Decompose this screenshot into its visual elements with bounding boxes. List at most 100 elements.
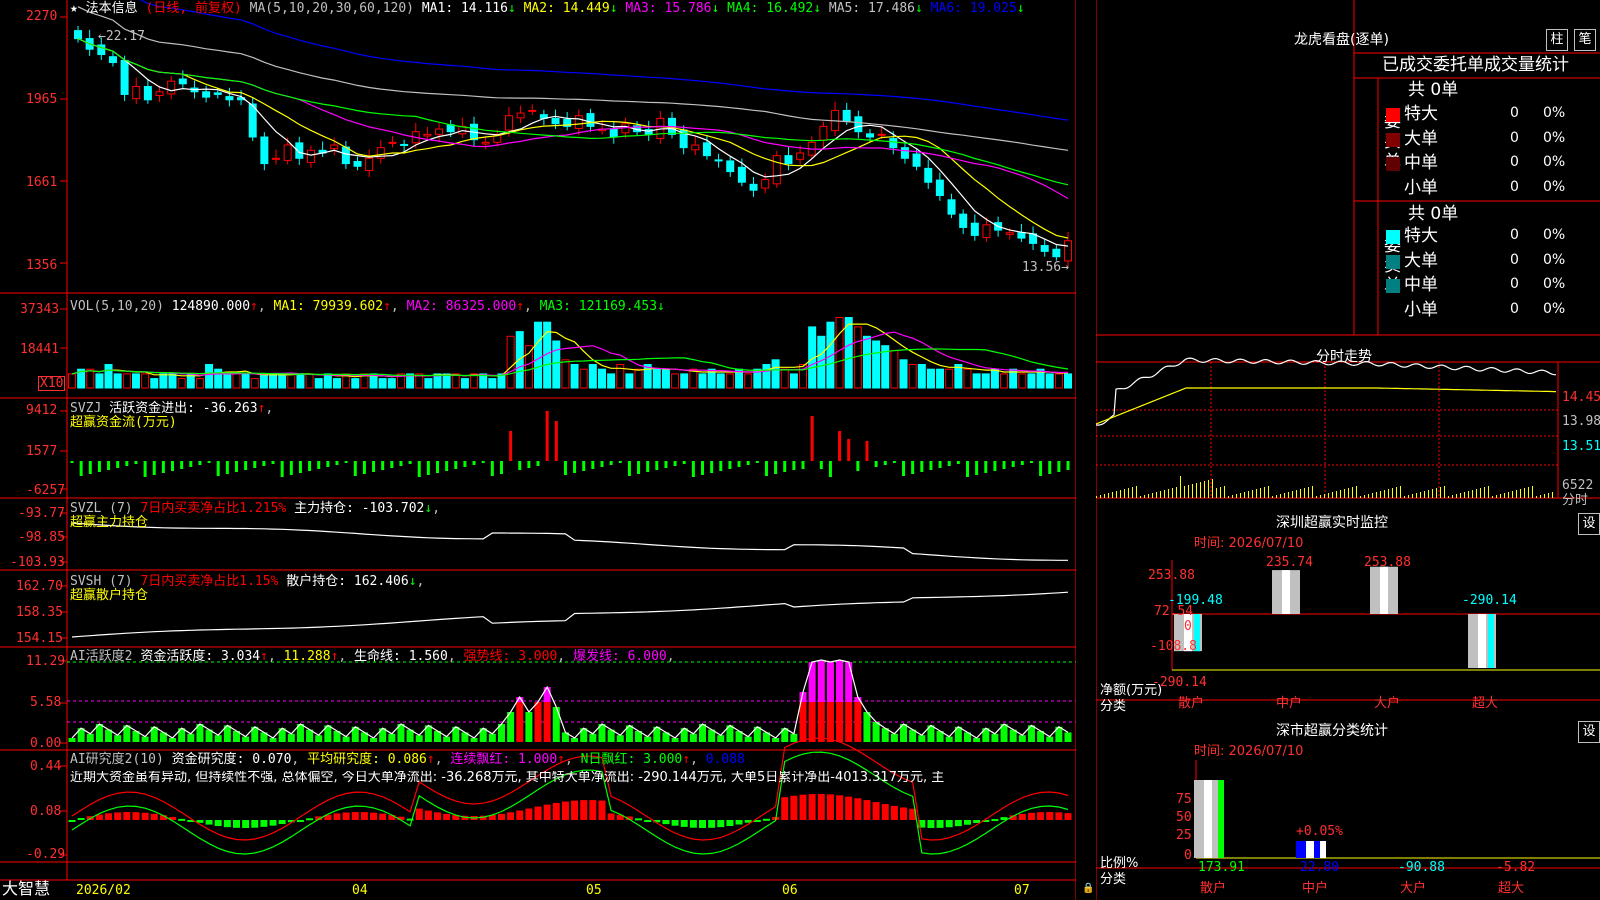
intraday-volume-bar xyxy=(1360,496,1361,498)
flow-bar xyxy=(372,461,376,472)
time-axis-label: 07 xyxy=(1014,883,1030,898)
volume-bar xyxy=(780,368,789,389)
order-size-swatch xyxy=(1386,303,1400,318)
volume-bar xyxy=(844,317,853,389)
volume-bar xyxy=(835,317,844,389)
research-bar xyxy=(507,812,515,820)
ma2-value: 14.449 xyxy=(562,1,610,16)
intraday-volume-bar xyxy=(1164,490,1165,498)
flow-bar xyxy=(362,461,366,474)
net-amount-bar-highlight xyxy=(1380,566,1388,614)
svzj-tick: 9412 xyxy=(26,403,58,418)
research-bar xyxy=(607,813,615,820)
flow-bar xyxy=(637,461,641,474)
activity-bar xyxy=(1064,732,1072,742)
flow-bar xyxy=(70,461,74,463)
volume-bar xyxy=(259,373,268,389)
sz-class-pct-note: +0.05% xyxy=(1296,824,1343,839)
candle-body xyxy=(108,56,117,64)
flow-bar xyxy=(545,411,549,461)
flow-bar xyxy=(728,461,732,469)
dragon-title: 龙虎看盘(逐单) xyxy=(1294,32,1389,48)
flow-bar xyxy=(527,461,531,468)
vol-value: 124890.000 xyxy=(171,299,251,314)
activity-bar xyxy=(945,736,953,742)
ai-active-value: 3.034 xyxy=(220,649,261,664)
ai-active-header: AI活跃度2 资金活跃度: 3.034↑, 11.288↑, 生命线: 1.56… xyxy=(70,649,675,664)
research-bar xyxy=(680,820,688,827)
flow-bar xyxy=(883,461,887,465)
bar-view-button[interactable]: 柱 xyxy=(1546,29,1568,51)
intraday-volume-bar xyxy=(1364,495,1365,498)
volume-bar xyxy=(506,335,515,389)
volume-bar xyxy=(86,368,95,389)
order-size-label: 小单 xyxy=(1404,299,1438,320)
ai-research-value: 0.070 xyxy=(252,752,292,767)
vol-ma1: MA1: 79939.602 xyxy=(273,299,384,314)
sz-class-settings-button[interactable]: 设 xyxy=(1578,721,1600,743)
flow-bar xyxy=(856,461,860,471)
intraday-volume-bar xyxy=(1448,496,1449,498)
volume-bar xyxy=(634,368,643,389)
volume-bar xyxy=(625,373,634,389)
intraday-volume-bar xyxy=(1292,491,1293,498)
time-axis-label: 05 xyxy=(586,883,602,898)
ma2-label: MA2: xyxy=(523,1,555,16)
research-bar xyxy=(351,812,359,820)
favorite-star-icon[interactable]: ★ xyxy=(70,1,78,16)
sz-monitor-settings-button[interactable]: 设 xyxy=(1578,513,1600,535)
flow-bar xyxy=(472,461,476,465)
candle-body xyxy=(761,179,770,189)
flow-bar xyxy=(892,461,896,463)
category-label: 超大 xyxy=(1498,881,1525,896)
volume-bar xyxy=(351,378,360,389)
pen-view-button[interactable]: 笔 xyxy=(1574,29,1596,51)
research-bar xyxy=(662,820,670,825)
right-panel: 龙虎看盘(逐单) 柱 笔 已成交委托单成交量统计 委买单 委卖单 共 0单 共 … xyxy=(1096,0,1600,900)
flow-bar xyxy=(801,461,805,469)
research-bar xyxy=(963,820,971,825)
intraday-volume-bar xyxy=(1228,496,1229,498)
intraday-volume-bar xyxy=(1428,490,1429,498)
flow-bar xyxy=(344,461,348,463)
intraday-volume-bar xyxy=(1140,496,1141,498)
research-bar xyxy=(77,818,85,821)
svzl-value: -103.702 xyxy=(361,501,425,516)
lock-icon[interactable]: 🔒 xyxy=(1082,884,1094,894)
candle-body xyxy=(737,166,746,183)
volume-bar xyxy=(789,373,798,389)
flow-bar xyxy=(107,461,111,470)
intraday-volume-bar xyxy=(1204,481,1205,498)
intraday-volume-bar xyxy=(1268,486,1269,498)
intraday-volume-bar xyxy=(1476,489,1477,498)
intraday-volume-bar xyxy=(1488,486,1489,498)
research-bar xyxy=(973,820,981,823)
ratio-bar-accent xyxy=(1218,780,1224,858)
svzj-sub: 超赢资金流(万元) xyxy=(70,415,177,430)
volume-bar xyxy=(1027,373,1036,389)
flow-bar xyxy=(298,461,302,473)
period-label[interactable]: (日线, 前复权) xyxy=(146,1,242,16)
volume-bar xyxy=(488,378,497,389)
intraday-volume-bar xyxy=(1296,490,1297,498)
flow-bar xyxy=(993,461,997,471)
research-bar xyxy=(232,820,240,828)
intraday-tick: 13.51 xyxy=(1562,439,1600,454)
activity-bar xyxy=(507,712,515,742)
research-bar xyxy=(991,819,999,822)
intraday-volume-bar xyxy=(1384,490,1385,498)
flow-bar xyxy=(253,461,257,468)
svsh-tick: 154.15 xyxy=(16,631,63,646)
research-bar xyxy=(1046,812,1054,820)
chart-area[interactable]: ★ 法本信息 (日线, 前复权) MA(5,10,20,30,60,120) M… xyxy=(0,0,1094,900)
candle-body xyxy=(306,149,315,164)
flow-bar xyxy=(847,439,851,461)
research-bar xyxy=(890,805,898,820)
ai-research-comment: 近期大资金虽有异动, 但持续性不强, 总体偏空, 今日大单净流出: -36.26… xyxy=(70,771,945,784)
category-label: 中户 xyxy=(1276,696,1303,711)
candle-body xyxy=(912,153,921,167)
intraday-volume-bar xyxy=(1420,492,1421,498)
research-bar xyxy=(881,804,889,820)
svsh-header: SVSH (7) 7日内买卖净占比1.15% 散户持仓: 162.406↓, xyxy=(70,574,425,589)
dragon-tabs[interactable]: 已成交委托单成交量统计 xyxy=(1382,57,1569,74)
